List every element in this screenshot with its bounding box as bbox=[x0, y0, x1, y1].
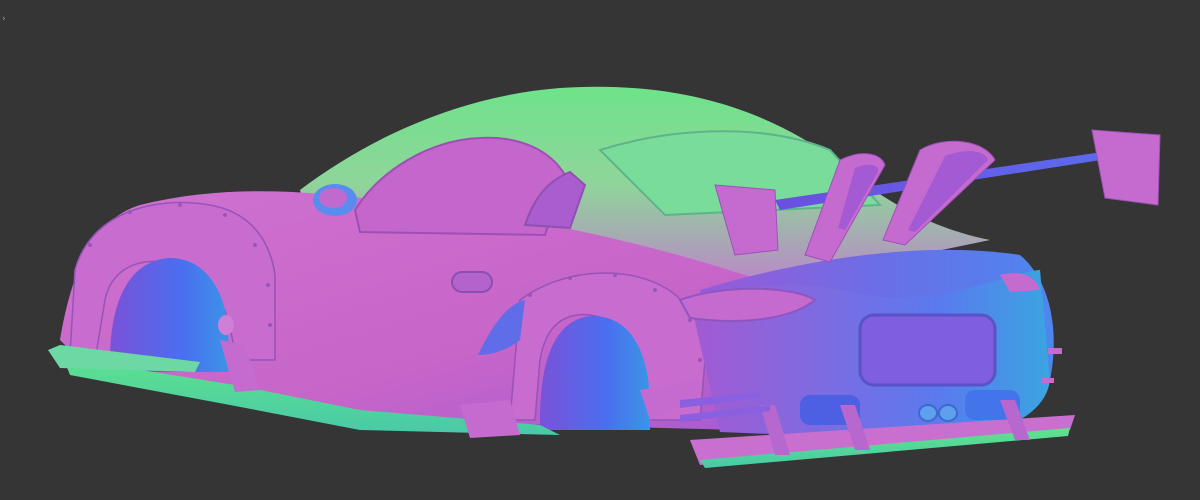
license-plate-recess bbox=[858, 313, 997, 387]
tow-hook bbox=[1048, 348, 1062, 354]
front-canard-lower bbox=[460, 400, 520, 438]
exhaust-left bbox=[918, 404, 938, 422]
3d-viewport[interactable]: › bbox=[0, 0, 1200, 500]
wing-endplate-right bbox=[1091, 129, 1161, 206]
front-tow-hook bbox=[218, 315, 234, 335]
exhaust-right bbox=[938, 404, 958, 422]
car-render bbox=[48, 86, 1161, 468]
door-handle bbox=[451, 271, 493, 293]
